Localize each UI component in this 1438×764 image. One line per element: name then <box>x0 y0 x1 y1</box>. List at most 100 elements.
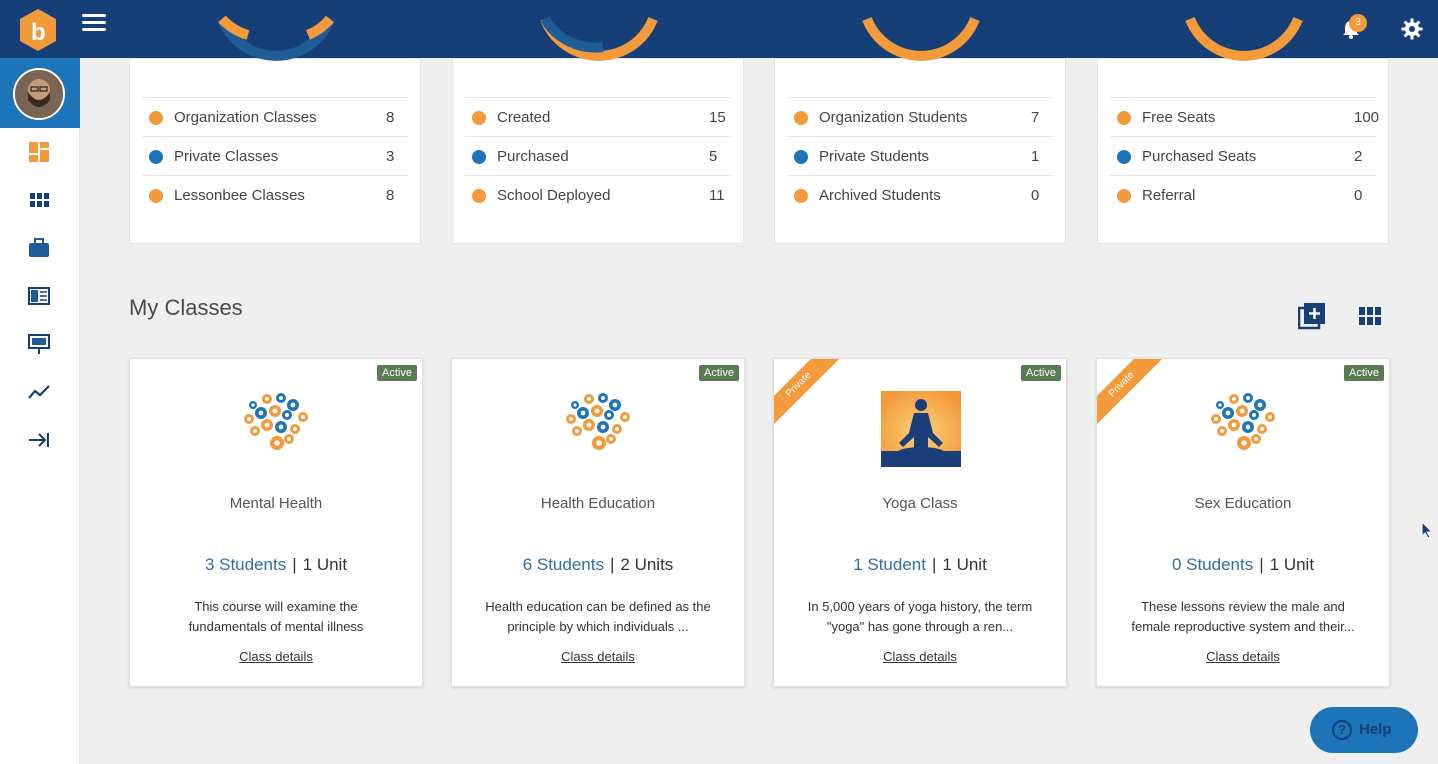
status-badge: Active <box>377 365 417 381</box>
sidebar <box>0 58 80 764</box>
settings-gear-icon[interactable] <box>1401 18 1423 40</box>
stat-row: Free Seats 100 <box>1110 97 1379 136</box>
stat-label: Private Classes <box>174 148 279 165</box>
bubble-glyph <box>1214 417 1218 421</box>
students-link[interactable]: 0 Students <box>1172 555 1253 574</box>
stat-value: 1 <box>1031 148 1040 165</box>
bubble-glyph <box>1225 410 1231 416</box>
students-link[interactable]: 3 Students <box>205 555 286 574</box>
stat-label: Free Seats <box>1142 109 1216 126</box>
bubble-glyph <box>575 429 579 433</box>
bubble-glyph <box>615 427 619 431</box>
bubble-glyph <box>1254 437 1258 441</box>
class-card[interactable]: Private Active Sex Education 0 Students |… <box>1096 358 1390 687</box>
class-meta: 0 Students | 1 Unit <box>1171 555 1315 574</box>
stat-label: Lessonbee Classes <box>174 187 305 204</box>
stat-value: 15 <box>709 109 726 126</box>
class-meta: 3 Students | 1 Unit <box>204 555 348 574</box>
health-bubbles-icon <box>1211 393 1275 450</box>
class-details-link[interactable]: Class details <box>1097 649 1389 664</box>
bubble-glyph <box>1252 413 1256 417</box>
help-button[interactable]: ? Help <box>1310 707 1418 753</box>
stat-value: 7 <box>1031 109 1040 126</box>
class-details-link[interactable]: Class details <box>774 649 1066 664</box>
stats-card-seats: Free Seats 100 Purchased Seats 2 Referra… <box>1097 17 1389 244</box>
bubble-glyph <box>265 397 269 401</box>
grid-view-icon[interactable] <box>1359 306 1381 326</box>
class-details-link[interactable]: Class details <box>130 649 422 664</box>
stat-label: Purchased <box>497 148 569 165</box>
stat-row: Lessonbee Classes 8 <box>142 175 408 214</box>
stat-label: School Deployed <box>497 187 611 204</box>
lessonbee-logo[interactable]: b <box>18 8 58 52</box>
health-bubbles-icon <box>566 393 630 450</box>
legend-dot <box>794 111 808 125</box>
analytics-trend-icon[interactable] <box>27 380 51 404</box>
bubble-glyph <box>623 415 627 419</box>
bubble-glyph <box>1257 402 1263 408</box>
class-card[interactable]: Active Health Education 6 Students | 2 Uni… <box>451 358 745 687</box>
bubble-glyph <box>609 437 613 441</box>
class-details-link[interactable]: Class details <box>452 649 744 664</box>
class-description: In 5,000 years of yoga history, the term… <box>798 597 1042 637</box>
bubble-glyph <box>587 397 591 401</box>
stat-label: Referral <box>1142 187 1196 204</box>
book-icon[interactable] <box>27 284 51 308</box>
bubble-glyph <box>253 429 257 433</box>
status-badge: Active <box>1021 365 1061 381</box>
legend-dot <box>1117 111 1131 125</box>
bubble-glyph <box>274 440 280 446</box>
health-bubbles-icon <box>244 393 308 450</box>
bubble-glyph <box>601 396 605 400</box>
stat-row: Private Students 1 <box>787 136 1053 175</box>
stat-row: Referral 0 <box>1110 175 1376 214</box>
classes-grid-icon[interactable] <box>27 188 51 212</box>
svg-text:b: b <box>31 19 46 46</box>
bubble-glyph <box>1220 429 1224 433</box>
section-title: My Classes <box>129 295 243 320</box>
stats-card-lessons: Created 15 Purchased 5 School Deployed 1… <box>452 16 744 244</box>
class-title: Mental Health <box>229 495 323 512</box>
bubble-glyph <box>264 422 270 428</box>
bubble-glyph <box>301 415 305 419</box>
bubble-glyph <box>580 410 586 416</box>
bubble-glyph <box>1268 415 1272 419</box>
avatar[interactable] <box>13 68 65 120</box>
stat-value: 8 <box>386 187 395 204</box>
donut-chart-icon <box>862 17 980 61</box>
description-line: "yoga" has gone through a ren... <box>826 619 1014 634</box>
students-link[interactable]: 6 Students <box>523 555 604 574</box>
stat-label: Private Students <box>819 148 930 165</box>
private-ribbon: Private <box>1097 359 1168 431</box>
bubble-glyph <box>258 410 264 416</box>
legend-dot <box>1117 189 1131 203</box>
presentation-icon[interactable] <box>27 332 51 356</box>
stat-row: School Deployed 11 <box>465 175 731 214</box>
class-meta: 1 Student | 1 Unit <box>853 555 987 574</box>
hamburger-menu-icon[interactable] <box>82 14 106 34</box>
donut-chart-icon <box>540 16 658 61</box>
briefcase-icon[interactable] <box>27 236 51 260</box>
bubble-glyph <box>612 402 618 408</box>
add-class-icon[interactable] <box>1298 302 1326 330</box>
stat-label: Organization Students <box>819 109 968 126</box>
class-card[interactable]: Active Mental Health 3 Students | 1 Unit T… <box>129 358 423 687</box>
class-card[interactable]: Private Active Yoga Class 1 Student | 1 Un… <box>773 358 1067 687</box>
students-link[interactable]: 1 Student <box>853 555 926 574</box>
class-meta: 6 Students | 2 Units <box>522 555 674 574</box>
stat-value: 3 <box>386 148 395 165</box>
legend-dot <box>1117 150 1131 164</box>
bubble-glyph <box>1231 422 1237 428</box>
bubble-glyph <box>1218 403 1222 407</box>
legend-dot <box>472 111 486 125</box>
yoga-meditation-icon <box>881 391 961 467</box>
bubble-glyph <box>607 413 611 417</box>
private-ribbon: Private <box>774 359 845 431</box>
dashboard-icon[interactable] <box>27 140 51 164</box>
legend-dot <box>794 189 808 203</box>
expand-sidebar-icon[interactable] <box>27 428 51 452</box>
stat-label: Created <box>497 109 551 126</box>
legend-dot <box>472 150 486 164</box>
stat-label: Purchased Seats <box>1142 148 1257 165</box>
stat-value: 0 <box>1354 187 1363 204</box>
